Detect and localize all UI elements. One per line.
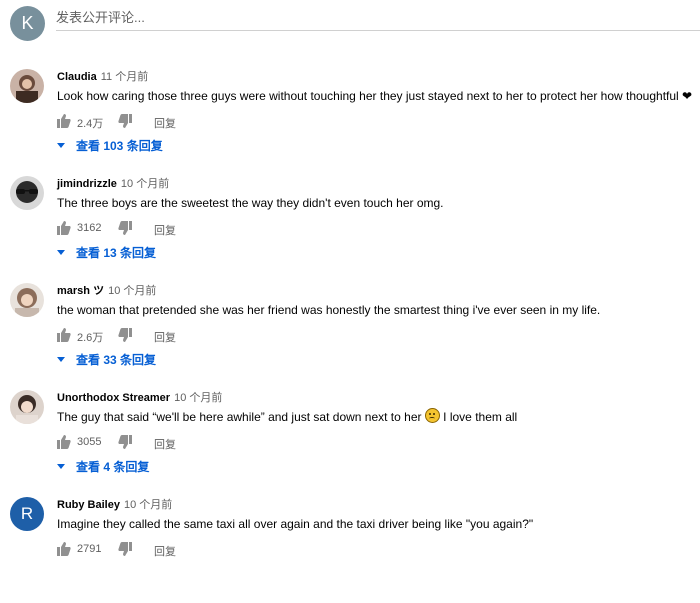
comment-body-continued: I love them all [439, 410, 518, 424]
avatar[interactable] [10, 176, 44, 210]
view-replies-label: 查看 13 条回复 [76, 246, 157, 260]
reply-button[interactable]: 回复 [154, 115, 176, 131]
view-replies-label: 查看 33 条回复 [76, 353, 157, 367]
comment-header: Ruby Bailey 10 个月前 [57, 497, 172, 513]
dislike-icon[interactable] [118, 327, 132, 343]
comment-item: Claudia 11 个月前 Look how caring those thre… [0, 69, 700, 175]
timestamp[interactable]: 11 个月前 [101, 71, 148, 83]
avatar-letter: R [20, 504, 34, 523]
comment-body: Look how caring those three guys were wi… [57, 89, 693, 103]
comment-text: Imagine they called the same taxi all ov… [57, 515, 533, 533]
author-name[interactable]: Unorthodox Streamer [57, 392, 170, 404]
view-replies-label: 查看 103 条回复 [76, 139, 163, 153]
timestamp[interactable]: 10 个月前 [108, 285, 156, 297]
add-comment-input[interactable]: 发表公开评论... [56, 8, 700, 31]
avatar[interactable] [10, 390, 44, 424]
comment-header: jimindrizzle 10 个月前 [57, 176, 169, 192]
author-name[interactable]: jimindrizzle [57, 178, 117, 190]
reply-button[interactable]: 回复 [154, 222, 176, 238]
dislike-icon[interactable] [118, 541, 132, 557]
frowning-face-emoji-icon [424, 408, 440, 423]
view-replies-label: 查看 4 条回复 [76, 460, 150, 474]
timestamp[interactable]: 10 个月前 [121, 178, 169, 190]
like-count: 2791 [77, 543, 102, 555]
comment-body: The three boys are the sweetest the way … [57, 196, 444, 210]
like-count: 3055 [77, 436, 102, 448]
like-icon[interactable] [57, 113, 71, 129]
dislike-icon[interactable] [118, 113, 132, 129]
comment-text: Look how caring those three guys were wi… [57, 87, 692, 105]
comment-item: R Ruby Bailey 10 个月前 Imagine they called … [0, 497, 700, 603]
like-count: 3162 [77, 222, 102, 234]
author-name[interactable]: Ruby Bailey [57, 499, 120, 511]
like-icon[interactable] [57, 220, 71, 236]
caret-down-icon [57, 357, 65, 362]
like-count: 2.4万 [77, 118, 104, 130]
caret-down-icon [57, 464, 65, 469]
comment-item: marsh ツ 10 个月前 the woman that pretended s… [0, 283, 700, 389]
comment-item: jimindrizzle 10 个月前 The three boys are th… [0, 176, 700, 282]
avatar[interactable] [10, 283, 44, 317]
caret-down-icon [57, 143, 65, 148]
comment-item: Unorthodox Streamer 10 个月前 The guy that s… [0, 390, 700, 496]
comment-body: The guy that said “we'll be here awhile”… [57, 410, 422, 424]
reply-button[interactable]: 回复 [154, 543, 176, 559]
timestamp[interactable]: 10 个月前 [174, 392, 222, 404]
comment-header: Claudia 11 个月前 [57, 69, 148, 85]
comment-body: Imagine they called the same taxi all ov… [57, 517, 534, 531]
comment-text: the woman that pretended she was her fri… [57, 301, 600, 319]
like-icon[interactable] [57, 434, 71, 450]
comment-text: The guy that said “we'll be here awhile”… [57, 408, 517, 426]
like-icon[interactable] [57, 327, 71, 343]
comment-header: marsh ツ 10 个月前 [57, 283, 156, 299]
user-avatar[interactable]: K [10, 6, 45, 41]
avatar[interactable] [10, 69, 44, 103]
view-replies-button[interactable]: 查看 4 条回复 [57, 458, 149, 476]
like-count: 2.6万 [77, 332, 104, 344]
avatar[interactable]: R [10, 497, 44, 531]
author-name[interactable]: marsh ツ [57, 285, 104, 297]
view-replies-button[interactable]: 查看 33 条回复 [57, 351, 156, 369]
comment-text: The three boys are the sweetest the way … [57, 194, 444, 212]
author-name[interactable]: Claudia [57, 71, 97, 83]
comment-header: Unorthodox Streamer 10 个月前 [57, 390, 222, 406]
reply-button[interactable]: 回复 [154, 436, 176, 452]
view-replies-button[interactable]: 查看 13 条回复 [57, 244, 156, 262]
timestamp[interactable]: 10 个月前 [124, 499, 172, 511]
reply-button[interactable]: 回复 [154, 329, 176, 345]
dislike-icon[interactable] [118, 220, 132, 236]
dislike-icon[interactable] [118, 434, 132, 450]
comment-body: the woman that pretended she was her fri… [57, 303, 601, 317]
view-replies-button[interactable]: 查看 103 条回复 [57, 137, 163, 155]
caret-down-icon [57, 250, 65, 255]
comment-composer: K 发表公开评论... [10, 0, 700, 41]
like-icon[interactable] [57, 541, 71, 557]
